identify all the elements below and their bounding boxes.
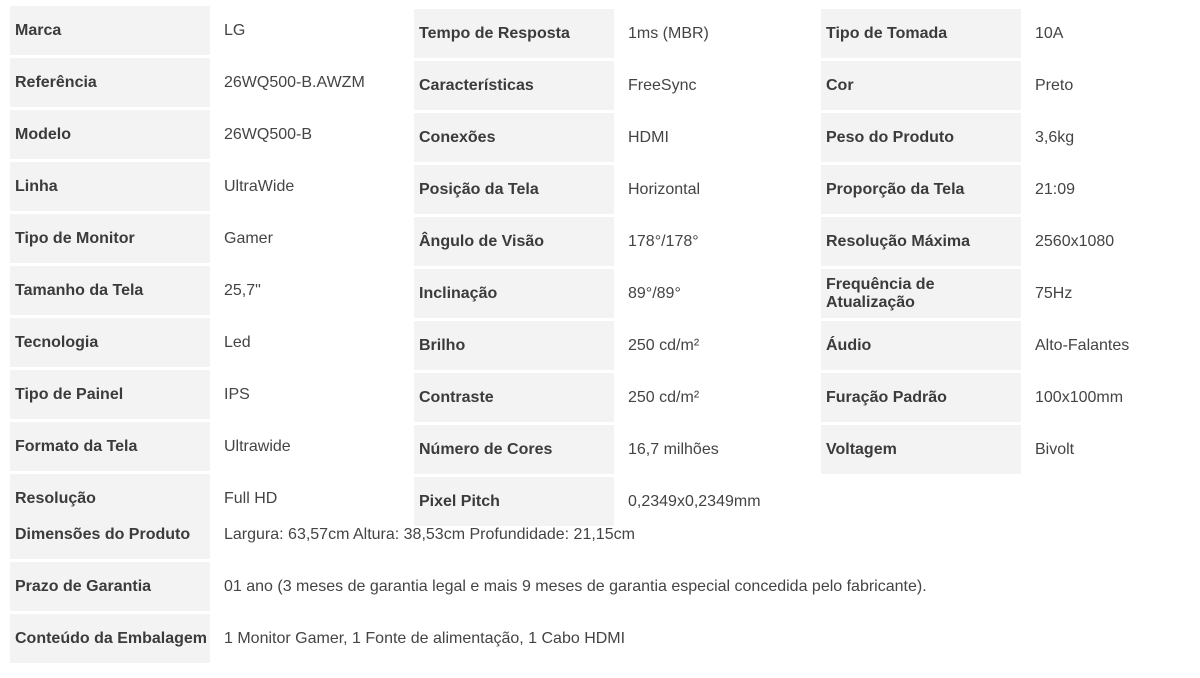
spec-row: Características FreeSync: [414, 61, 774, 110]
spec-row: Tecnologia Led: [10, 318, 400, 367]
spec-label: Tipo de Tomada: [821, 9, 1021, 58]
spec-value: Gamer: [224, 229, 273, 247]
spec-row: Resolução Máxima 2560x1080: [821, 217, 1171, 266]
spec-label: Voltagem: [821, 425, 1021, 474]
spec-value: 25,7": [224, 281, 261, 299]
spec-value: 250 cd/m²: [628, 336, 700, 354]
spec-value: 75Hz: [1035, 284, 1073, 302]
spec-value: UltraWide: [224, 177, 295, 195]
spec-value: 10A: [1035, 24, 1064, 42]
spec-value: Preto: [1035, 76, 1074, 94]
spec-row: Frequência de Atualização 75Hz: [821, 269, 1171, 318]
spec-row: Ângulo de Visão 178°/178°: [414, 217, 774, 266]
spec-label: Peso do Produto: [821, 113, 1021, 162]
spec-row: Posição da Tela Horizontal: [414, 165, 774, 214]
spec-row: Cor Preto: [821, 61, 1171, 110]
spec-value: Largura: 63,57cm Altura: 38,53cm Profund…: [224, 525, 635, 543]
spec-label: Cor: [821, 61, 1021, 110]
spec-row: Brilho 250 cd/m²: [414, 321, 774, 370]
spec-label: Áudio: [821, 321, 1021, 370]
spec-column-2: Tempo de Resposta 1ms (MBR) Característic…: [414, 9, 774, 529]
spec-label: Frequência de Atualização: [821, 269, 1021, 318]
spec-label: Modelo: [10, 110, 210, 159]
spec-value: LG: [224, 21, 246, 39]
spec-row: Furação Padrão 100x100mm: [821, 373, 1171, 422]
spec-label: Ângulo de Visão: [414, 217, 614, 266]
spec-row: Tempo de Resposta 1ms (MBR): [414, 9, 774, 58]
spec-label: Tipo de Monitor: [10, 214, 210, 263]
spec-value: IPS: [224, 385, 250, 403]
spec-value: Led: [224, 333, 251, 351]
spec-value: HDMI: [628, 128, 669, 146]
spec-label: Número de Cores: [414, 425, 614, 474]
spec-value: 3,6kg: [1035, 128, 1075, 146]
spec-wide-rows: Dimensões do Produto Largura: 63,57cm Alt…: [10, 510, 1110, 666]
spec-row: Marca LG: [10, 6, 400, 55]
spec-value: 89°/89°: [628, 284, 681, 302]
spec-label: Tamanho da Tela: [10, 266, 210, 315]
spec-label: Prazo de Garantia: [10, 562, 210, 611]
spec-label: Contraste: [414, 373, 614, 422]
spec-value: 26WQ500-B.AWZM: [224, 73, 365, 91]
spec-row: Tipo de Tomada 10A: [821, 9, 1171, 58]
spec-label: Proporção da Tela: [821, 165, 1021, 214]
spec-label: Posição da Tela: [414, 165, 614, 214]
spec-column-1: Marca LG Referência 26WQ500-B.AWZM Modelo 2…: [10, 6, 400, 526]
spec-value: 26WQ500-B: [224, 125, 313, 143]
spec-value: FreeSync: [628, 76, 697, 94]
spec-row: Dimensões do Produto Largura: 63,57cm Alt…: [10, 510, 1110, 559]
spec-row: Número de Cores 16,7 milhões: [414, 425, 774, 474]
spec-value: Alto-Falantes: [1035, 336, 1130, 354]
spec-label: Características: [414, 61, 614, 110]
spec-value: 1ms (MBR): [628, 24, 709, 42]
spec-label: Referência: [10, 58, 210, 107]
spec-label: Furação Padrão: [821, 373, 1021, 422]
spec-row: Áudio Alto-Falantes: [821, 321, 1171, 370]
spec-value: Bivolt: [1035, 440, 1075, 458]
spec-label: Brilho: [414, 321, 614, 370]
spec-value: 100x100mm: [1035, 388, 1124, 406]
spec-row: Tamanho da Tela 25,7": [10, 266, 400, 315]
spec-column-3: Tipo de Tomada 10A Cor Preto Peso do Produ…: [821, 9, 1171, 477]
spec-value: 1 Monitor Gamer, 1 Fonte de alimentação,…: [224, 629, 626, 647]
spec-label: Conteúdo da Embalagem: [10, 614, 210, 663]
spec-row: Conteúdo da Embalagem 1 Monitor Gamer, 1 …: [10, 614, 1110, 663]
spec-row: Tipo de Monitor Gamer: [10, 214, 400, 263]
spec-row: Referência 26WQ500-B.AWZM: [10, 58, 400, 107]
spec-row: Proporção da Tela 21:09: [821, 165, 1171, 214]
spec-label: Linha: [10, 162, 210, 211]
spec-row: Prazo de Garantia 01 ano (3 meses de gara…: [10, 562, 1110, 611]
spec-label: Tipo de Painel: [10, 370, 210, 419]
spec-value: 21:09: [1035, 180, 1076, 198]
spec-value: 01 ano (3 meses de garantia legal e mais…: [224, 577, 927, 595]
spec-row: Inclinação 89°/89°: [414, 269, 774, 318]
spec-row: Conexões HDMI: [414, 113, 774, 162]
spec-row: Peso do Produto 3,6kg: [821, 113, 1171, 162]
spec-row: Modelo 26WQ500-B: [10, 110, 400, 159]
spec-row: Formato da Tela Ultrawide: [10, 422, 400, 471]
spec-value: 2560x1080: [1035, 232, 1115, 250]
spec-value: 250 cd/m²: [628, 388, 700, 406]
spec-label: Tecnologia: [10, 318, 210, 367]
spec-row: Linha UltraWide: [10, 162, 400, 211]
spec-row: Contraste 250 cd/m²: [414, 373, 774, 422]
spec-value: 178°/178°: [628, 232, 699, 250]
spec-label: Tempo de Resposta: [414, 9, 614, 58]
spec-label: Formato da Tela: [10, 422, 210, 471]
spec-label: Marca: [10, 6, 210, 55]
spec-value: 16,7 milhões: [628, 440, 719, 458]
spec-label: Resolução Máxima: [821, 217, 1021, 266]
spec-value: Ultrawide: [224, 437, 291, 455]
spec-row: Tipo de Painel IPS: [10, 370, 400, 419]
spec-label: Conexões: [414, 113, 614, 162]
spec-label: Dimensões do Produto: [10, 510, 210, 559]
spec-value: Horizontal: [628, 180, 701, 198]
spec-label: Inclinação: [414, 269, 614, 318]
spec-row: Voltagem Bivolt: [821, 425, 1171, 474]
